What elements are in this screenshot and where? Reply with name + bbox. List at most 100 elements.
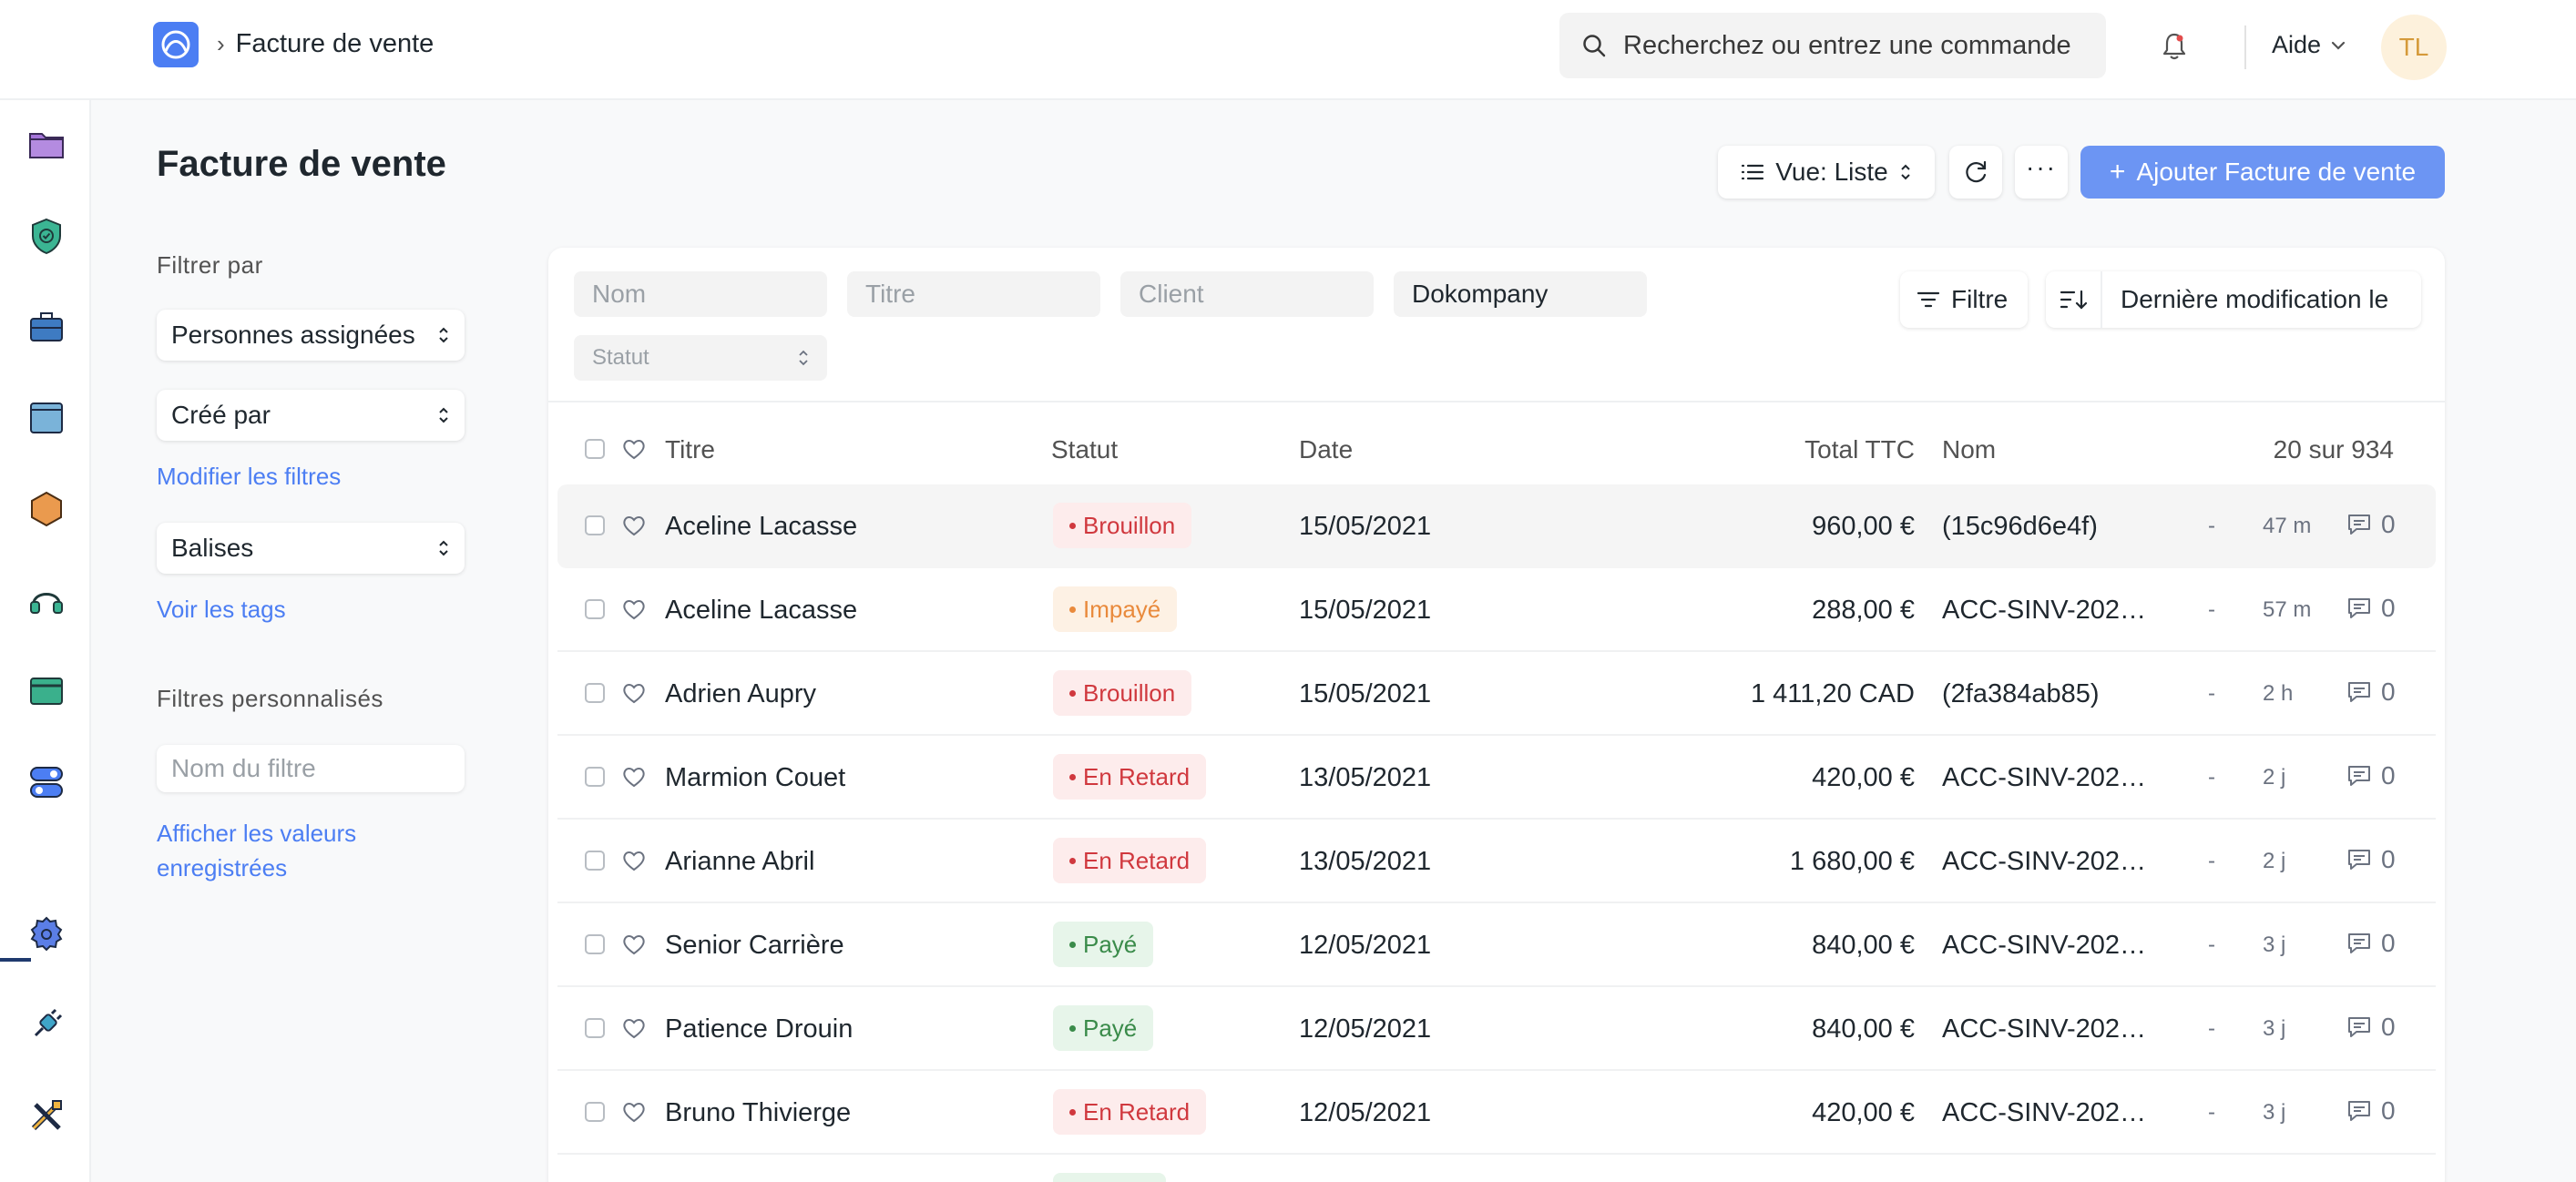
table-row[interactable]: Aceline Lacasse Brouillon 15/05/2021 960,00… <box>557 484 2436 568</box>
title-filter-input[interactable] <box>847 271 1100 317</box>
row-titre[interactable]: Aceline Lacasse <box>665 596 857 626</box>
edit-filters-link[interactable]: Modifier les filtres <box>157 459 341 494</box>
table-row[interactable]: Senior Carrière Payé 12/05/2021 840,00 € ACC… <box>557 903 2436 987</box>
column-header-statut[interactable]: Statut <box>1051 435 1118 464</box>
show-saved-values-link[interactable]: Afficher les valeurs enregistrées <box>157 816 356 885</box>
row-comments[interactable]: 0 <box>2346 1096 2396 1126</box>
row-checkbox[interactable] <box>585 1018 605 1038</box>
row-comments[interactable]: 0 <box>2346 1013 2396 1042</box>
heart-icon[interactable] <box>621 849 647 872</box>
row-comments[interactable]: 0 <box>2346 594 2396 623</box>
plug-icon[interactable] <box>27 1005 66 1044</box>
row-comments[interactable]: 0 <box>2346 678 2396 707</box>
row-comments[interactable]: 0 <box>2346 761 2396 790</box>
row-comments[interactable]: 0 <box>2346 929 2396 958</box>
client-filter-input[interactable] <box>1120 271 1374 317</box>
refresh-icon <box>1966 160 1987 183</box>
row-titre[interactable]: Arianne Abril <box>665 847 814 877</box>
refresh-button[interactable] <box>1949 146 2002 199</box>
filter-button[interactable]: Filtre <box>1900 271 2028 328</box>
gear-icon[interactable] <box>27 914 66 953</box>
row-date: 13/05/2021 <box>1299 847 1432 876</box>
app-logo-icon[interactable] <box>153 22 199 67</box>
bell-icon[interactable] <box>2161 31 2188 62</box>
select-all-checkbox[interactable] <box>585 439 605 459</box>
row-checkbox[interactable] <box>585 515 605 535</box>
sort-direction-button[interactable] <box>2046 271 2102 328</box>
search-input[interactable] <box>1623 30 2079 61</box>
row-titre[interactable]: Patience Drouin <box>665 1014 853 1044</box>
status-badge-label: En Retard <box>1083 1097 1191 1126</box>
table-row[interactable]: Bruno Thivierge En Retard 12/05/2021 420,00… <box>557 1071 2436 1155</box>
window-icon[interactable] <box>27 399 66 437</box>
table-row[interactable]: Adrien Aupry Brouillon 15/05/2021 1 411,20 … <box>557 652 2436 736</box>
row-titre[interactable]: Aceline Lacasse <box>665 512 857 542</box>
comment-icon <box>2348 1101 2370 1121</box>
table-row[interactable]: Aceline Lacasse Impayé 15/05/2021 288,00 € A… <box>557 568 2436 652</box>
table-row[interactable]: Marmion Couet En Retard 13/05/2021 420,00 €… <box>557 736 2436 820</box>
card-icon[interactable] <box>27 672 66 710</box>
more-options-button[interactable]: ··· <box>2015 146 2068 199</box>
navbar-divider <box>2244 25 2246 69</box>
row-checkbox[interactable] <box>585 683 605 703</box>
row-titre[interactable]: Adrien Aupry <box>665 679 816 709</box>
table-row[interactable]: Arianne Abril En Retard 13/05/2021 1 680,00… <box>557 820 2436 903</box>
help-menu[interactable]: Aide <box>2272 31 2346 59</box>
show-saved-values-line2: enregistrées <box>157 854 288 881</box>
row-date: 15/05/2021 <box>1299 679 1432 708</box>
view-switcher-label: Vue: Liste <box>1775 158 1888 186</box>
heart-icon[interactable] <box>621 681 647 705</box>
status-dot <box>1069 773 1076 780</box>
company-filter-input[interactable] <box>1394 271 1647 317</box>
heart-icon[interactable] <box>621 514 647 537</box>
breadcrumb-item[interactable]: Facture de vente <box>236 29 434 59</box>
heart-icon[interactable] <box>621 765 647 789</box>
row-titre[interactable]: Senior Carrière <box>665 931 844 961</box>
hexagon-icon[interactable] <box>27 490 66 528</box>
headset-icon[interactable] <box>27 581 66 619</box>
assigned-to-filter[interactable]: Personnes assignées <box>157 310 465 361</box>
table-row[interactable]: Patience Drouin Payé 12/05/2021 840,00 € ACC… <box>557 987 2436 1071</box>
row-comments[interactable]: 0 <box>2346 845 2396 874</box>
row-total: 420,00 € <box>1812 763 1915 792</box>
row-checkbox[interactable] <box>585 1102 605 1122</box>
created-by-filter[interactable]: Créé par <box>157 390 465 441</box>
column-header-total[interactable]: Total TTC <box>1605 435 1915 464</box>
column-header-nom[interactable]: Nom <box>1942 435 1996 464</box>
briefcase-icon[interactable] <box>27 308 66 346</box>
record-count: 20 sur 934 <box>2273 435 2394 464</box>
toggle-icon[interactable] <box>27 763 66 801</box>
tools-icon[interactable] <box>27 1096 66 1135</box>
tags-filter[interactable]: Balises <box>157 523 465 574</box>
row-comments[interactable]: 0 <box>2346 510 2396 539</box>
row-titre[interactable]: Marmion Couet <box>665 763 845 793</box>
row-checkbox[interactable] <box>585 599 605 619</box>
column-header-date[interactable]: Date <box>1299 435 1353 464</box>
avatar[interactable]: TL <box>2381 15 2447 80</box>
row-titre[interactable]: Bruno Thivierge <box>665 1098 851 1128</box>
row-checkbox[interactable] <box>585 851 605 871</box>
sort-field-label[interactable]: Dernière modification le <box>2102 285 2388 314</box>
sort-control[interactable]: Dernière modification le <box>2046 271 2421 328</box>
heart-icon[interactable] <box>621 597 647 621</box>
row-checkbox[interactable] <box>585 767 605 787</box>
heart-icon[interactable] <box>621 1016 647 1040</box>
status-filter-select[interactable]: Statut <box>574 335 827 381</box>
status-dot <box>1069 1108 1076 1116</box>
rail-active-marker <box>0 958 31 962</box>
name-filter-input[interactable] <box>574 271 827 317</box>
status-badge: En Retard <box>1053 838 1207 883</box>
add-sales-invoice-button[interactable]: + Ajouter Facture de vente <box>2080 146 2445 199</box>
folder-icon[interactable] <box>27 126 66 164</box>
comment-icon <box>2348 933 2370 953</box>
show-tags-link[interactable]: Voir les tags <box>157 592 286 627</box>
heart-icon[interactable] <box>621 437 647 461</box>
heart-icon[interactable] <box>621 1100 647 1124</box>
shield-check-icon[interactable] <box>27 217 66 255</box>
filter-name-input[interactable] <box>157 745 465 792</box>
column-header-titre[interactable]: Titre <box>665 435 715 464</box>
heart-icon[interactable] <box>621 932 647 956</box>
view-switcher-button[interactable]: Vue: Liste <box>1718 146 1935 199</box>
row-checkbox[interactable] <box>585 934 605 954</box>
search-bar[interactable] <box>1559 13 2106 78</box>
